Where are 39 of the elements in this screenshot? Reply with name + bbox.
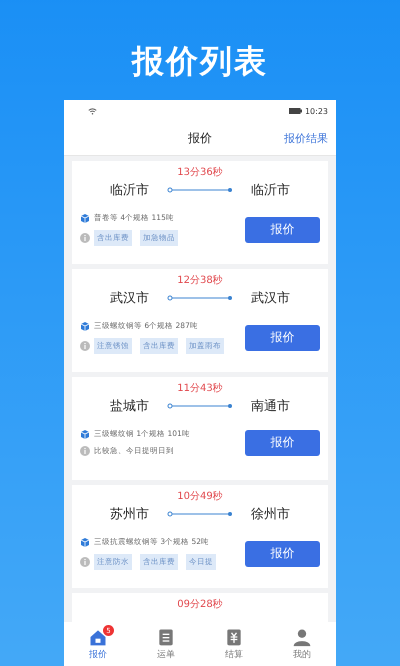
origin-city: 盐城市: [110, 398, 149, 415]
countdown-timer: 12分38秒: [177, 275, 223, 286]
destination-city: 武汉市: [251, 290, 290, 307]
countdown-timer: 09分28秒: [177, 599, 223, 610]
tab-bar-item[interactable]: 我的: [268, 622, 336, 666]
quote-button[interactable]: 报价: [245, 324, 320, 350]
status-time: 10:23: [304, 106, 328, 116]
info-icon: [80, 446, 90, 456]
page-title: 报价列表: [132, 41, 268, 82]
countdown-timer: 11分43秒: [177, 383, 223, 394]
tab-bar-item[interactable]: 运单: [132, 622, 200, 666]
countdown-timer: 10分49秒: [177, 491, 223, 502]
origin-city: 武汉市: [110, 290, 149, 307]
tab-icon: [292, 627, 312, 647]
header-title: 报价: [188, 130, 212, 147]
quote-button[interactable]: 报价: [245, 216, 320, 242]
info-icon: [80, 557, 90, 567]
destination-city: 南通市: [251, 398, 290, 415]
route-line-icon: [167, 295, 233, 301]
origin-city: 临沂市: [110, 182, 149, 199]
box-icon: [80, 213, 90, 223]
box-icon: [80, 429, 90, 439]
info-icon: [80, 341, 90, 351]
countdown-timer: 13分36秒: [177, 167, 223, 178]
destination-city: 临沂市: [251, 182, 290, 199]
wifi-icon: [88, 108, 97, 114]
info-icon: [80, 233, 90, 243]
origin-city: 苏州市: [110, 506, 149, 523]
tab-bar-item[interactable]: 结算: [200, 622, 268, 666]
box-icon: [80, 321, 90, 331]
quote-button[interactable]: 报价: [245, 430, 320, 456]
route-line-icon: [167, 511, 233, 517]
battery-icon: [288, 108, 302, 114]
quote-button[interactable]: 报价: [245, 540, 320, 566]
destination-city: 徐州市: [251, 506, 290, 523]
route-line-icon: [167, 403, 233, 409]
quote-results-link[interactable]: 报价结果: [284, 131, 328, 146]
box-icon: [80, 537, 90, 547]
route-line-icon: [167, 187, 233, 193]
